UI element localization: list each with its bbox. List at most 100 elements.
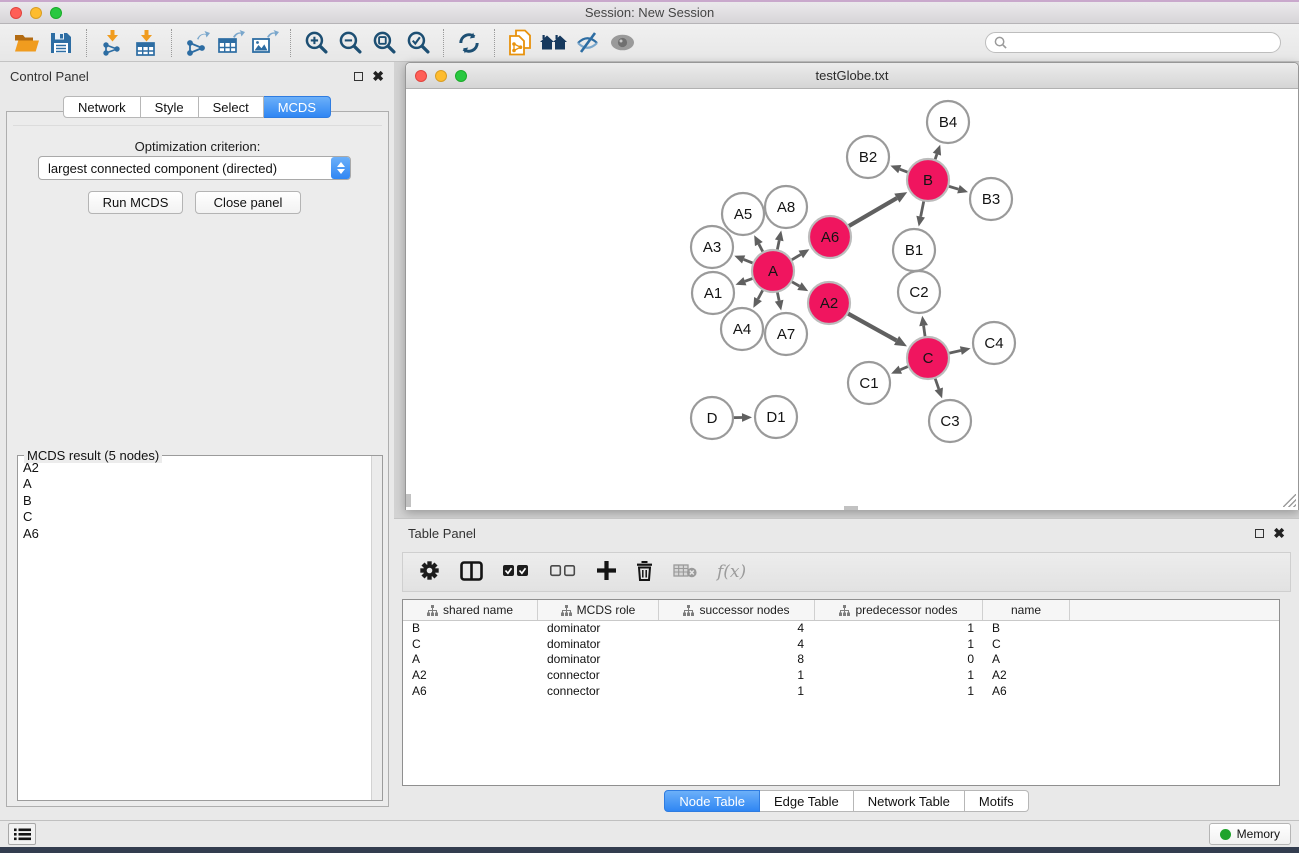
zoom-network-window-button[interactable] bbox=[455, 70, 467, 82]
table-row[interactable]: A6connector11A6 bbox=[403, 684, 1279, 700]
table-tab-network-table[interactable]: Network Table bbox=[854, 790, 965, 812]
open-folder-icon[interactable] bbox=[10, 27, 44, 59]
deselect-all-checkboxes-icon[interactable] bbox=[550, 564, 577, 580]
mcds-result-scrollbar[interactable] bbox=[371, 456, 382, 800]
show-column-icon[interactable] bbox=[460, 561, 483, 584]
float-panel-icon[interactable] bbox=[354, 72, 363, 81]
graph-edge-arrowhead bbox=[957, 185, 968, 193]
window-resize-grip[interactable] bbox=[1283, 494, 1296, 507]
column-sort-icon bbox=[561, 605, 572, 616]
duplicate-network-icon[interactable] bbox=[503, 27, 537, 59]
delete-table-disabled-icon bbox=[673, 563, 697, 581]
mcds-result-item[interactable]: A6 bbox=[19, 526, 370, 542]
search-box[interactable] bbox=[985, 32, 1281, 53]
import-network-icon[interactable] bbox=[95, 27, 129, 59]
save-session-icon[interactable] bbox=[44, 27, 78, 59]
graph-node-label: B2 bbox=[859, 149, 877, 166]
close-table-panel-icon[interactable]: ✖ bbox=[1273, 529, 1285, 538]
graph-edge-arrowhead bbox=[775, 231, 784, 242]
import-table-icon[interactable] bbox=[129, 27, 163, 59]
control-panel-title: Control Panel bbox=[10, 69, 89, 84]
delete-column-icon[interactable] bbox=[636, 560, 653, 584]
hide-panels-icon[interactable] bbox=[571, 27, 605, 59]
desktop-edge-bottom bbox=[0, 847, 1299, 853]
zoom-fit-icon[interactable] bbox=[367, 27, 401, 59]
float-table-panel-icon[interactable] bbox=[1255, 529, 1264, 538]
zoom-selected-icon[interactable] bbox=[401, 27, 435, 59]
graph-node-label: A6 bbox=[821, 229, 839, 246]
graph-edge-arrowhead bbox=[916, 216, 925, 227]
column-header-successor-nodes[interactable]: successor nodes bbox=[659, 600, 815, 620]
close-network-window-button[interactable] bbox=[415, 70, 427, 82]
memory-label: Memory bbox=[1237, 827, 1280, 841]
close-panel-button[interactable]: Close panel bbox=[195, 191, 301, 214]
table-row[interactable]: A2connector11A2 bbox=[403, 668, 1279, 684]
close-panel-icon[interactable]: ✖ bbox=[372, 72, 384, 81]
network-view-window: testGlobe.txt B4B2BB3A8A5A6A3B1AC2A1A2A4… bbox=[405, 62, 1299, 510]
graph-edge-arrowhead bbox=[935, 387, 943, 398]
tab-network[interactable]: Network bbox=[63, 96, 141, 118]
column-header-MCDS-role[interactable]: MCDS role bbox=[538, 600, 659, 620]
graph-edge-arrowhead bbox=[734, 255, 745, 263]
graph-edge-A2-C[interactable] bbox=[846, 312, 897, 340]
column-header-name[interactable]: name bbox=[983, 600, 1070, 620]
horizontal-scroll-nub[interactable] bbox=[844, 506, 858, 510]
toolbar-separator bbox=[443, 29, 444, 57]
network-window-title: testGlobe.txt bbox=[816, 68, 889, 83]
table-row[interactable]: Adominator80A bbox=[403, 652, 1279, 668]
table-tab-edge-table[interactable]: Edge Table bbox=[760, 790, 854, 812]
table-tab-motifs[interactable]: Motifs bbox=[965, 790, 1029, 812]
graph-edge-A6-B[interactable] bbox=[846, 198, 896, 227]
select-spinner-icon bbox=[331, 157, 350, 179]
task-list-button[interactable] bbox=[8, 823, 36, 845]
network-canvas[interactable]: B4B2BB3A8A5A6A3B1AC2A1A2A4A7C4CC1DD1C3 bbox=[406, 89, 1298, 510]
column-header-predecessor-nodes[interactable]: predecessor nodes bbox=[815, 600, 983, 620]
minimize-network-window-button[interactable] bbox=[435, 70, 447, 82]
search-icon bbox=[994, 36, 1007, 49]
graph-edge-arrowhead bbox=[960, 346, 971, 355]
graph-edge-arrowhead bbox=[775, 300, 784, 311]
tab-style[interactable]: Style bbox=[141, 96, 199, 118]
session-home-icon[interactable] bbox=[537, 27, 571, 59]
network-window-titlebar[interactable]: testGlobe.txt bbox=[406, 63, 1298, 89]
memory-button[interactable]: Memory bbox=[1209, 823, 1291, 845]
optimization-criterion-label: Optimization criterion: bbox=[13, 139, 382, 154]
add-column-icon[interactable] bbox=[597, 561, 616, 583]
tab-select[interactable]: Select bbox=[199, 96, 264, 118]
export-table-icon[interactable] bbox=[214, 27, 248, 59]
optimization-criterion-select[interactable]: largest connected component (directed) bbox=[38, 156, 351, 180]
graph-edge-arrowhead bbox=[919, 316, 928, 327]
minimize-window-button[interactable] bbox=[30, 7, 42, 19]
graph-node-label: C2 bbox=[909, 284, 928, 301]
export-network-icon[interactable] bbox=[180, 27, 214, 59]
select-all-checkboxes-icon[interactable] bbox=[503, 564, 530, 580]
column-sort-icon bbox=[683, 605, 694, 616]
table-row[interactable]: Bdominator41B bbox=[403, 621, 1279, 637]
zoom-in-icon[interactable] bbox=[299, 27, 333, 59]
table-panel-tabs: Node TableEdge TableNetwork TableMotifs bbox=[394, 790, 1299, 812]
mcds-result-item[interactable]: A2 bbox=[19, 460, 370, 476]
mcds-result-item[interactable]: C bbox=[19, 509, 370, 525]
table-settings-gear-icon[interactable] bbox=[419, 560, 440, 584]
mcds-result-item[interactable]: B bbox=[19, 493, 370, 509]
table-tab-node-table[interactable]: Node Table bbox=[664, 790, 760, 812]
show-eye-icon[interactable] bbox=[605, 27, 639, 59]
zoom-window-button[interactable] bbox=[50, 7, 62, 19]
network-desktop: testGlobe.txt B4B2BB3A8A5A6A3B1AC2A1A2A4… bbox=[394, 62, 1299, 820]
tab-mcds[interactable]: MCDS bbox=[264, 96, 331, 118]
search-input[interactable] bbox=[1007, 36, 1272, 50]
graph-node-label: B3 bbox=[982, 191, 1000, 208]
network-graph: B4B2BB3A8A5A6A3B1AC2A1A2A4A7C4CC1DD1C3 bbox=[406, 89, 1298, 510]
zoom-out-icon[interactable] bbox=[333, 27, 367, 59]
memory-status-dot bbox=[1220, 829, 1231, 840]
mcds-result-item[interactable]: A bbox=[19, 476, 370, 492]
column-header-shared-name[interactable]: shared name bbox=[403, 600, 538, 620]
refresh-view-icon[interactable] bbox=[452, 27, 486, 59]
run-mcds-button[interactable]: Run MCDS bbox=[88, 191, 183, 214]
table-row[interactable]: Cdominator41C bbox=[403, 637, 1279, 653]
export-image-icon[interactable] bbox=[248, 27, 282, 59]
close-window-button[interactable] bbox=[10, 7, 22, 19]
function-builder-icon: f(x) bbox=[717, 562, 746, 582]
table-header-row: shared nameMCDS rolesuccessor nodesprede… bbox=[403, 600, 1279, 621]
vertical-scroll-nub[interactable] bbox=[406, 494, 411, 507]
